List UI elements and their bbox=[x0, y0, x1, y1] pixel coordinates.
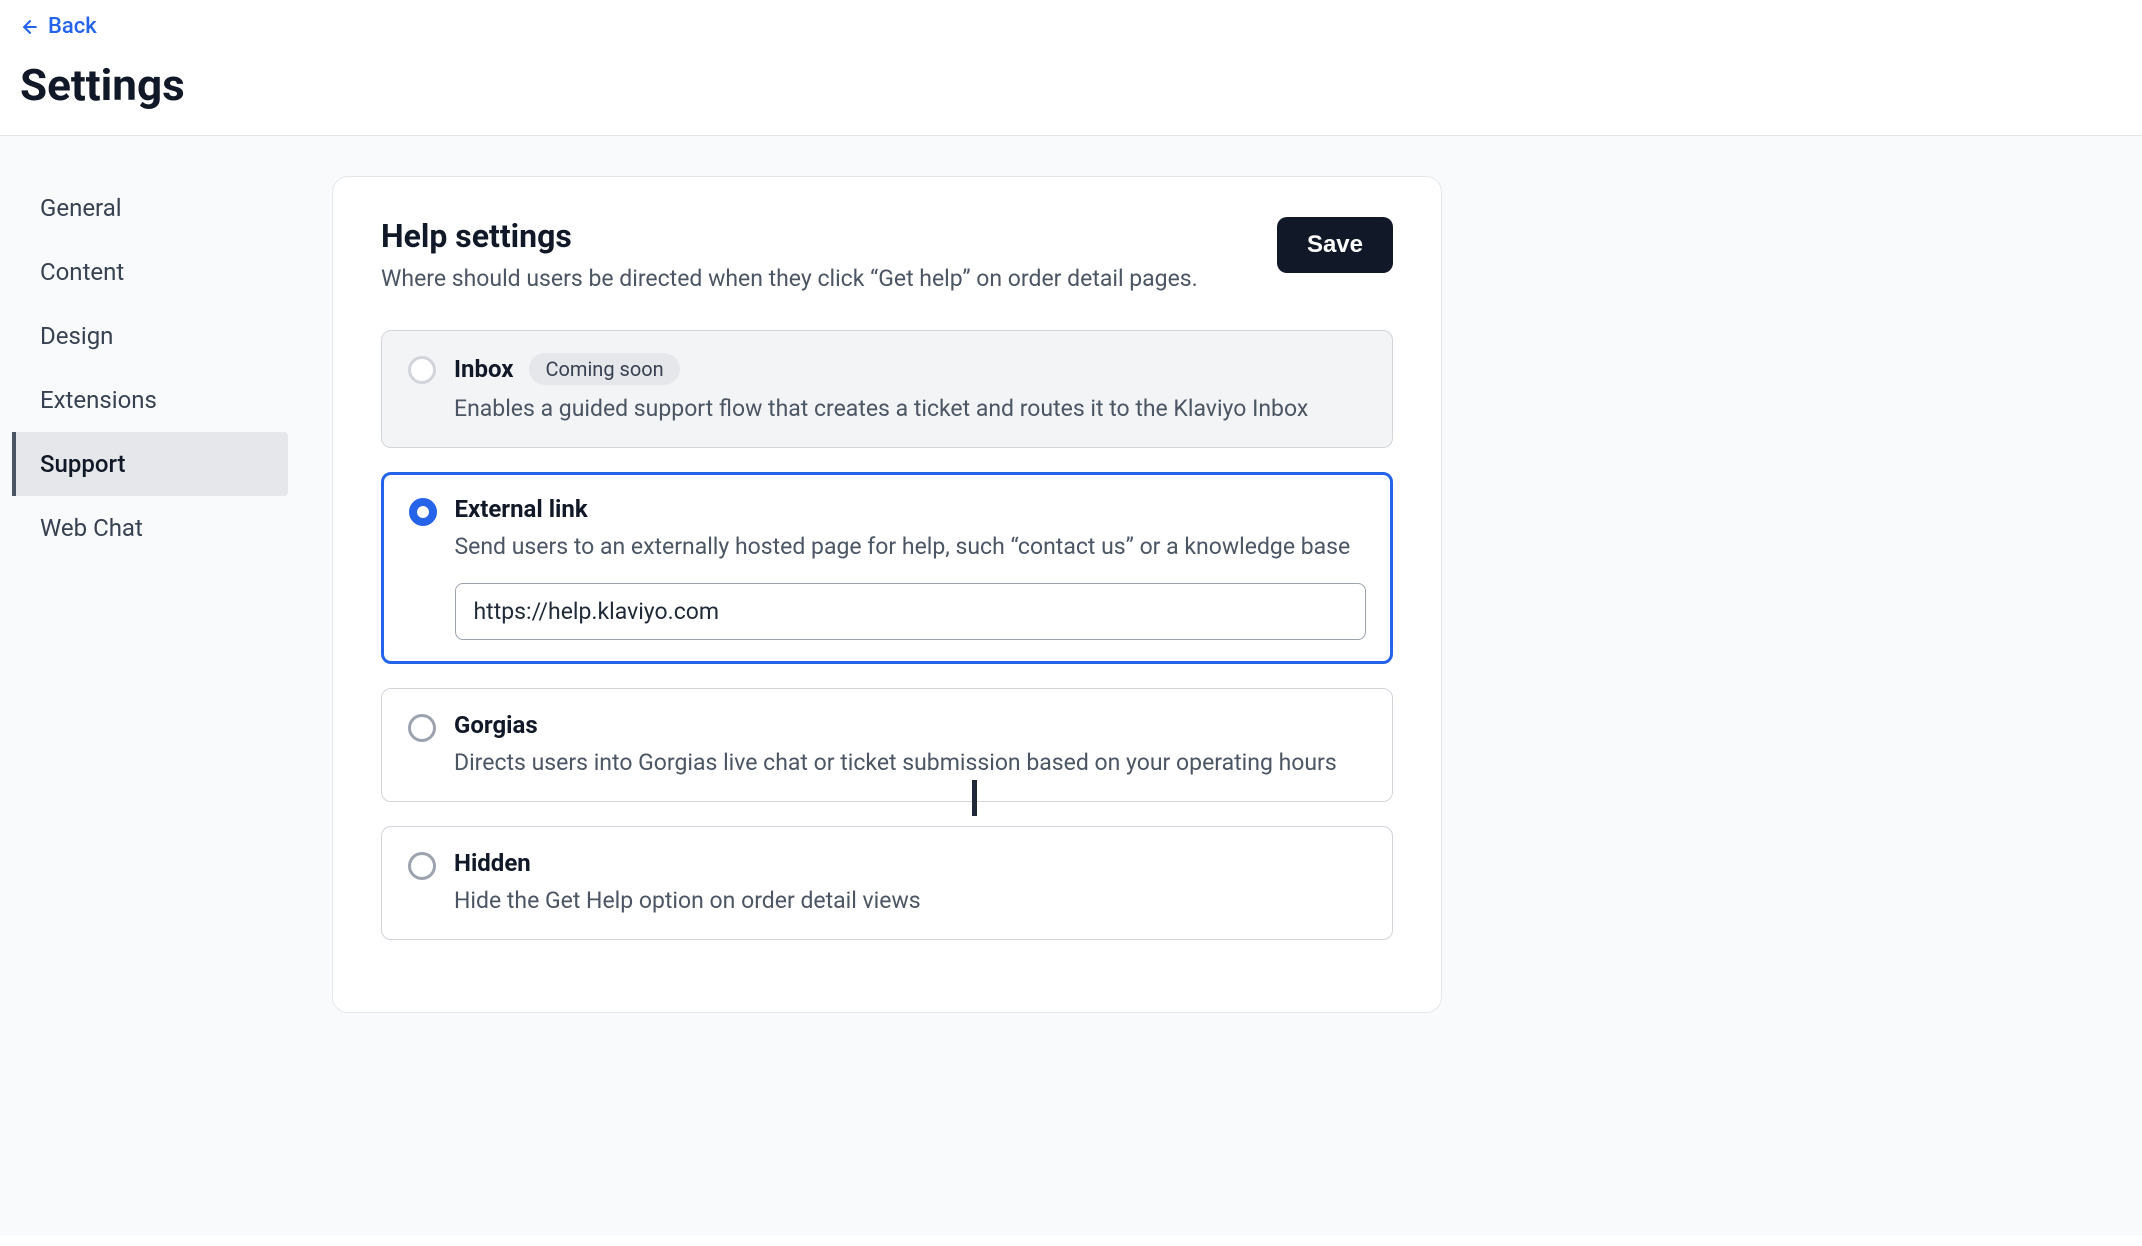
option-hidden-title: Hidden bbox=[454, 849, 531, 877]
sidebar-item-content[interactable]: Content bbox=[16, 240, 288, 304]
external-url-input[interactable] bbox=[455, 583, 1366, 640]
settings-sidebar: General Content Design Extensions Suppor… bbox=[0, 136, 300, 1236]
option-gorgias-desc: Directs users into Gorgias live chat or … bbox=[454, 747, 1366, 779]
sidebar-item-support[interactable]: Support bbox=[12, 432, 288, 496]
arrow-left-icon bbox=[20, 17, 40, 37]
option-inbox: Inbox Coming soon Enables a guided suppo… bbox=[381, 330, 1393, 448]
card-subtitle: Where should users be directed when they… bbox=[381, 265, 1198, 292]
option-external-title: External link bbox=[455, 495, 588, 523]
option-hidden-desc: Hide the Get Help option on order detail… bbox=[454, 885, 1366, 917]
back-label: Back bbox=[48, 14, 97, 39]
option-hidden[interactable]: Hidden Hide the Get Help option on order… bbox=[381, 826, 1393, 940]
coming-soon-badge: Coming soon bbox=[529, 353, 679, 385]
page-title: Settings bbox=[20, 59, 2122, 111]
back-link[interactable]: Back bbox=[20, 14, 97, 39]
option-external-desc: Send users to an externally hosted page … bbox=[455, 531, 1366, 563]
option-gorgias[interactable]: Gorgias Directs users into Gorgias live … bbox=[381, 688, 1393, 802]
radio-gorgias[interactable] bbox=[408, 714, 436, 742]
radio-inbox bbox=[408, 356, 436, 384]
option-gorgias-title: Gorgias bbox=[454, 711, 538, 739]
sidebar-item-general[interactable]: General bbox=[16, 176, 288, 240]
page-header: Back Settings bbox=[0, 0, 2142, 136]
radio-external-link[interactable] bbox=[409, 498, 437, 526]
option-inbox-title: Inbox bbox=[454, 355, 513, 383]
sidebar-item-extensions[interactable]: Extensions bbox=[16, 368, 288, 432]
radio-hidden[interactable] bbox=[408, 852, 436, 880]
option-external-link[interactable]: External link Send users to an externall… bbox=[381, 472, 1393, 664]
save-button[interactable]: Save bbox=[1277, 217, 1393, 273]
sidebar-item-design[interactable]: Design bbox=[16, 304, 288, 368]
sidebar-item-web-chat[interactable]: Web Chat bbox=[16, 496, 288, 560]
help-settings-card: Help settings Where should users be dire… bbox=[332, 176, 1442, 1014]
card-title: Help settings bbox=[381, 217, 1198, 255]
option-inbox-desc: Enables a guided support flow that creat… bbox=[454, 393, 1366, 425]
